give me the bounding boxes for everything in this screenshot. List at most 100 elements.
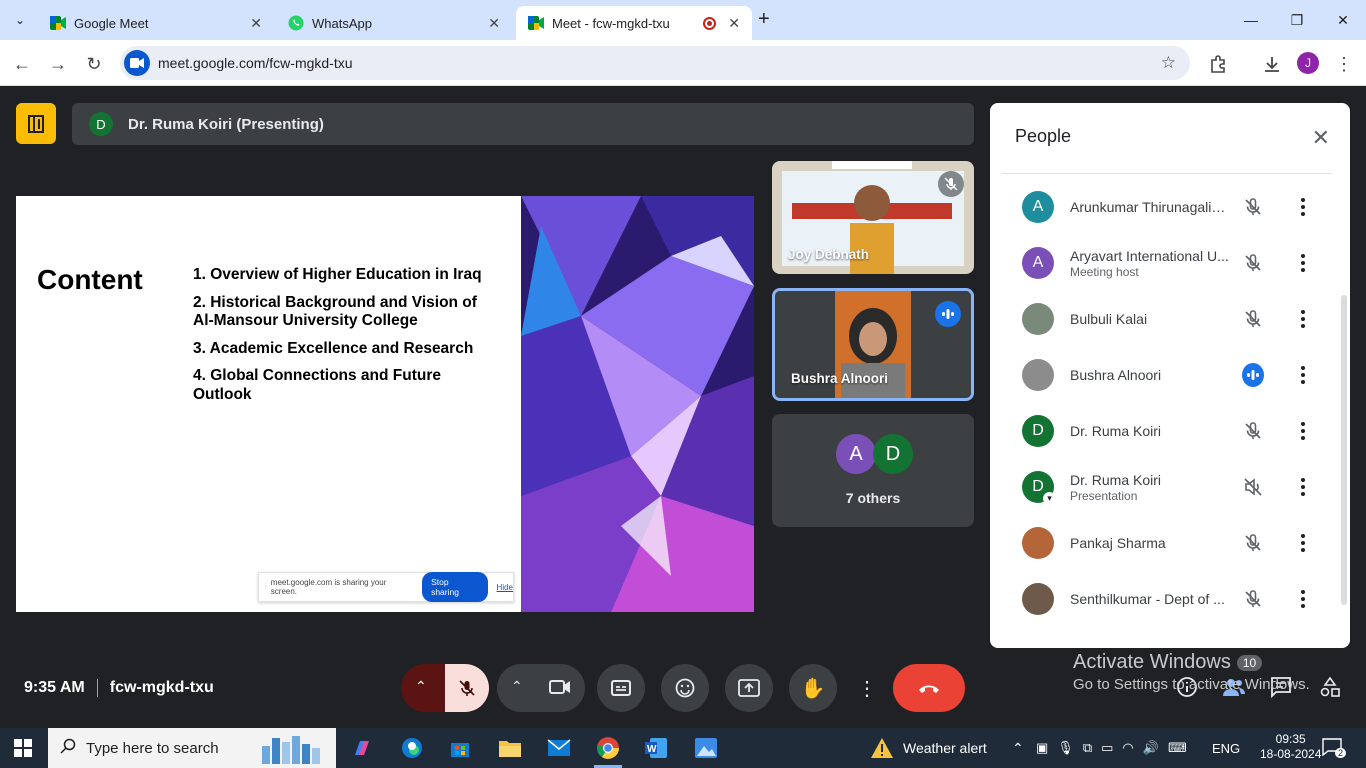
mic-off-icon[interactable]	[1242, 588, 1264, 610]
participant-row[interactable]: A Aryavart International U... Meeting host	[1002, 235, 1332, 291]
extensions-puzzle-icon[interactable]	[1206, 52, 1230, 76]
tab-title: WhatsApp	[312, 15, 372, 31]
leave-call-button[interactable]	[893, 664, 965, 712]
presenting-banner: D Dr. Ruma Koiri (Presenting)	[72, 103, 974, 145]
photos-icon[interactable]	[692, 734, 720, 762]
new-tab-plus-icon[interactable]: +	[758, 8, 770, 31]
audio-options-chevron-icon[interactable]: ⌃	[415, 678, 427, 695]
tab-google-meet[interactable]: Google Meet ✕	[38, 6, 274, 40]
tab-meet-active[interactable]: Meet - fcw-mgkd-txu ✕	[516, 6, 752, 40]
participant-row[interactable]: Senthilkumar - Dept of ...	[1002, 571, 1332, 627]
more-vert-icon[interactable]	[1300, 310, 1306, 328]
reload-icon[interactable]: ↻	[82, 52, 106, 76]
weather-widget[interactable]: Weather alert	[870, 728, 987, 768]
slide-list-item: 3. Academic Excellence and Research	[193, 339, 474, 357]
mic-off-icon[interactable]	[1242, 196, 1264, 218]
participant-row[interactable]: Bulbuli Kalai	[1002, 291, 1332, 347]
more-vert-icon[interactable]	[1300, 534, 1306, 552]
wifi-icon[interactable]: ◠	[1122, 740, 1133, 756]
download-icon[interactable]	[1260, 52, 1284, 76]
mic-toggle-button[interactable]	[445, 664, 489, 712]
url-text: meet.google.com/fcw-mgkd-txu	[158, 55, 353, 71]
back-arrow-icon[interactable]: ←	[10, 52, 34, 76]
mic-off-icon[interactable]	[1242, 252, 1264, 274]
windows-start-icon[interactable]	[14, 739, 32, 762]
more-vert-icon[interactable]	[1300, 254, 1306, 272]
volume-off-icon[interactable]	[1242, 476, 1264, 498]
tray-chevron-icon[interactable]: ⌃	[1012, 728, 1024, 768]
more-vert-icon[interactable]	[1300, 198, 1306, 216]
stop-sharing-button[interactable]: Stop sharing	[422, 572, 488, 602]
mail-icon[interactable]	[545, 734, 573, 762]
meet-icon	[50, 15, 66, 31]
participant-row[interactable]: D Dr. Ruma Koiri	[1002, 403, 1332, 459]
more-vert-icon[interactable]	[1300, 422, 1306, 440]
microsoft-store-icon[interactable]	[446, 734, 474, 762]
clock[interactable]: 09:35 18-08-2024	[1260, 732, 1321, 762]
captions-button[interactable]	[597, 664, 645, 712]
close-tab-icon[interactable]: ✕	[728, 15, 740, 32]
participant-name: Bushra Alnoori	[1070, 367, 1162, 383]
speaking-indicator-icon[interactable]	[1242, 363, 1264, 387]
forward-arrow-icon[interactable]: →	[46, 52, 70, 76]
restore-icon[interactable]: ❐	[1274, 0, 1320, 40]
emoji-icon	[675, 678, 695, 698]
present-button[interactable]	[725, 664, 773, 712]
bookmark-star-icon[interactable]: ☆	[1161, 53, 1176, 73]
reactions-button[interactable]	[661, 664, 709, 712]
participant-name: Bulbuli Kalai	[1070, 311, 1148, 327]
watermark-line1: Activate Windows	[1073, 651, 1231, 673]
network-icon[interactable]: ⧉	[1083, 740, 1092, 756]
microphone-icon[interactable]: 🎙	[1057, 740, 1074, 756]
meet-site-icon[interactable]	[124, 50, 150, 76]
browser-menu-icon[interactable]: ⋮	[1332, 52, 1356, 76]
participant-tile-joy[interactable]: Joy Debnath	[772, 161, 974, 274]
file-explorer-icon[interactable]	[496, 734, 524, 762]
people-scrollbar[interactable]	[1341, 295, 1347, 605]
participant-name-block: Senthilkumar - Dept of ...	[1070, 591, 1230, 607]
meet-tray-icon[interactable]: ▣	[1036, 740, 1048, 756]
mic-off-icon[interactable]	[1242, 420, 1264, 442]
participant-row[interactable]: Bushra Alnoori	[1002, 347, 1332, 403]
drag-grip-icon[interactable]: ⦙	[265, 582, 267, 592]
minimize-icon[interactable]: —	[1228, 0, 1274, 40]
close-tab-icon[interactable]: ✕	[250, 15, 262, 32]
meet-apps-icon[interactable]	[16, 103, 56, 144]
participant-avatar: D ▾	[1022, 471, 1056, 505]
close-panel-icon[interactable]: ✕	[1312, 125, 1330, 151]
participant-row[interactable]: Pankaj Sharma	[1002, 515, 1332, 571]
mic-off-icon[interactable]	[1242, 532, 1264, 554]
close-window-icon[interactable]: ✕	[1320, 0, 1366, 40]
participant-name: Joy Debnath	[788, 247, 870, 262]
address-bar[interactable]: meet.google.com/fcw-mgkd-txu ☆	[120, 46, 1190, 80]
language-indicator[interactable]: ENG	[1212, 728, 1240, 768]
battery-icon[interactable]: ▭	[1101, 740, 1113, 756]
shared-screen: Content 1. Overview of Higher Education …	[16, 196, 754, 612]
video-options-chevron-icon[interactable]: ⌃	[511, 678, 523, 695]
participant-row[interactable]: A Arunkumar Thirunagalin...	[1002, 179, 1332, 235]
edge-icon[interactable]	[398, 734, 426, 762]
keyboard-icon[interactable]: ⌨	[1168, 740, 1187, 756]
activities-icon[interactable]	[1319, 676, 1341, 703]
volume-icon[interactable]: 🔊	[1143, 740, 1159, 756]
profile-avatar[interactable]: J	[1297, 52, 1319, 74]
more-vert-icon[interactable]	[1300, 366, 1306, 384]
more-options-button[interactable]: ⋮	[853, 664, 881, 712]
chrome-icon[interactable]	[594, 734, 622, 762]
close-tab-icon[interactable]: ✕	[488, 15, 500, 32]
hide-link[interactable]: Hide	[497, 583, 513, 592]
tab-whatsapp[interactable]: WhatsApp ✕	[276, 6, 512, 40]
raise-hand-button[interactable]: ✋	[789, 664, 837, 712]
more-vert-icon[interactable]	[1300, 478, 1306, 496]
copilot-icon[interactable]	[348, 734, 376, 762]
tab-search-chevron-icon[interactable]: ⌄	[8, 8, 32, 32]
word-icon[interactable]: W	[642, 734, 670, 762]
mic-off-icon[interactable]	[1242, 308, 1264, 330]
taskbar-search-box[interactable]: Type here to search	[48, 728, 336, 768]
participant-row[interactable]: D ▾ Dr. Ruma Koiri Presentation	[1002, 459, 1332, 515]
camera-icon[interactable]	[549, 678, 571, 701]
participant-tile-bushra[interactable]: Bushra Alnoori	[772, 288, 974, 401]
others-tile[interactable]: A D 7 others	[772, 414, 974, 527]
notification-center-icon[interactable]: 2	[1322, 738, 1346, 758]
more-vert-icon[interactable]	[1300, 590, 1306, 608]
